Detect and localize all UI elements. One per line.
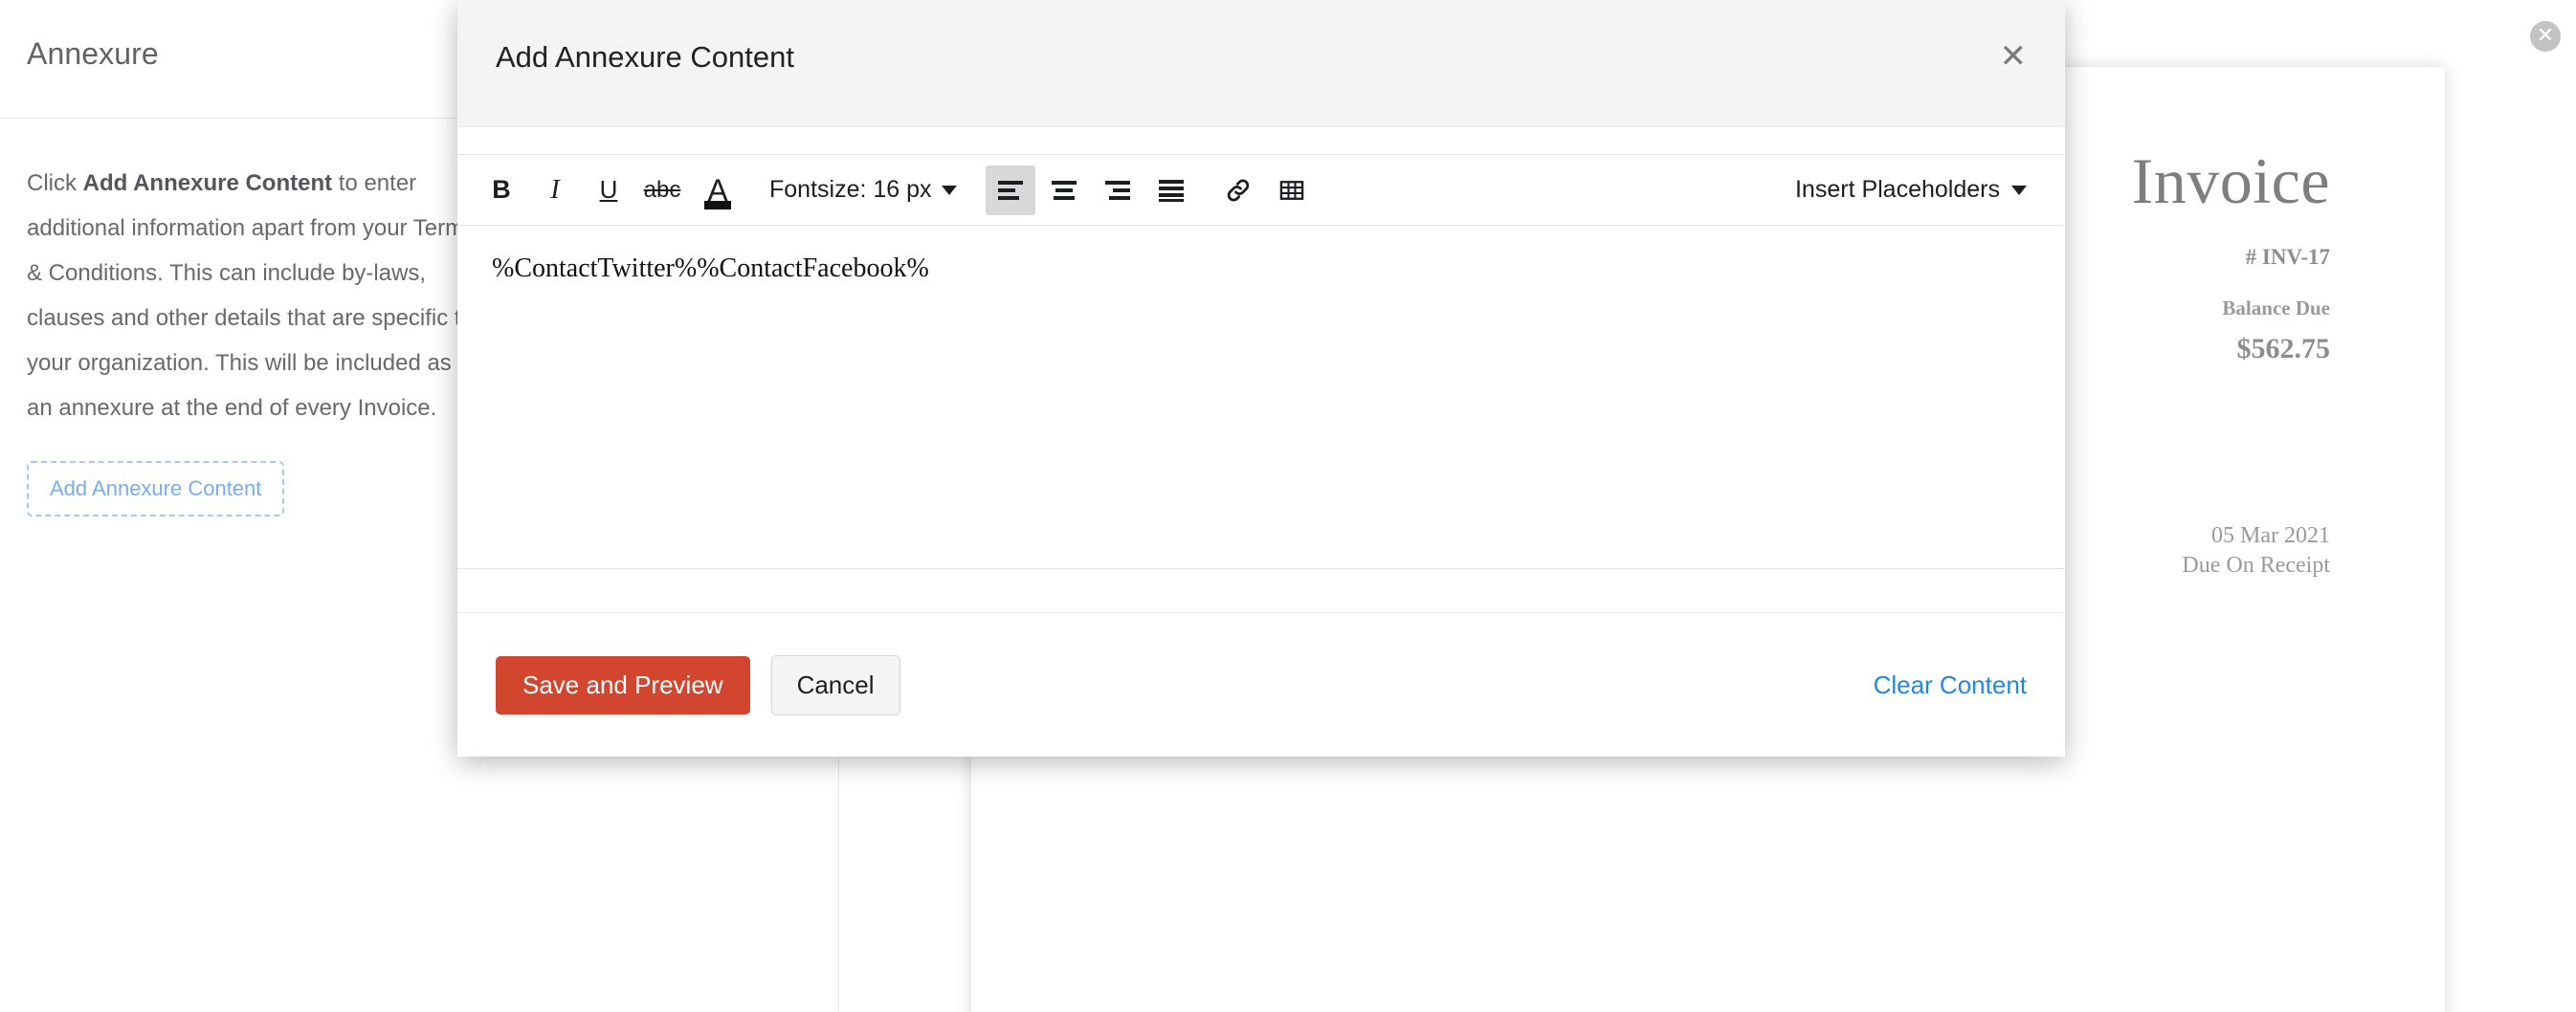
- cancel-button[interactable]: Cancel: [771, 655, 900, 715]
- underline-button[interactable]: U: [584, 165, 633, 215]
- editor-statusbar: [457, 569, 2065, 613]
- invoice-date-value: 05 Mar 2021: [2062, 523, 2330, 549]
- text-color-swatch: [704, 201, 731, 209]
- close-icon[interactable]: ✕: [2530, 21, 2561, 52]
- align-center-icon: [1050, 179, 1078, 202]
- annexure-panel-body: Click Add Annexure Content to enter addi…: [27, 161, 477, 517]
- align-left-icon: [996, 179, 1025, 202]
- align-right-icon: [1103, 179, 1132, 202]
- fontsize-label: Fontsize: 16 px: [769, 176, 932, 204]
- insert-link-button[interactable]: [1213, 165, 1263, 215]
- clear-content-link[interactable]: Clear Content: [1874, 671, 2027, 700]
- rich-text-editor: B I U abc A Fontsize: 16 px: [457, 154, 2065, 569]
- invoice-heading: Invoice: [2132, 143, 2330, 219]
- invoice-terms-value: Due On Receipt: [2062, 553, 2330, 579]
- annexure-description: Click Add Annexure Content to enter addi…: [27, 161, 477, 430]
- modal-header-spacer: [457, 127, 2065, 154]
- chevron-down-icon: [942, 186, 957, 195]
- insert-placeholders-label: Insert Placeholders: [1795, 176, 2000, 204]
- insert-placeholders-dropdown[interactable]: Insert Placeholders: [1795, 176, 2048, 204]
- link-icon: [1224, 176, 1253, 205]
- modal-title: Add Annexure Content: [496, 40, 794, 75]
- insert-table-button[interactable]: [1267, 165, 1317, 215]
- modal-footer: Save and Preview Cancel Clear Content: [457, 613, 2065, 757]
- chevron-down-icon: [2011, 186, 2027, 195]
- app-root: Annexure Click Add Annexure Content to e…: [0, 0, 2576, 1012]
- modal-header: Add Annexure Content ✕: [457, 0, 2065, 127]
- align-right-button[interactable]: [1093, 165, 1143, 215]
- add-annexure-content-button[interactable]: Add Annexure Content: [27, 461, 284, 517]
- italic-button[interactable]: I: [530, 165, 580, 215]
- annexure-desc-after: to enter additional information apart fr…: [27, 170, 476, 421]
- balance-due-value: $562.75: [2237, 333, 2331, 365]
- bold-button[interactable]: B: [477, 165, 526, 215]
- text-color-button[interactable]: A: [691, 165, 744, 215]
- page-title: Annexure: [27, 36, 159, 72]
- table-icon: [1278, 177, 1305, 204]
- align-justify-button[interactable]: [1146, 165, 1196, 215]
- close-icon[interactable]: ✕: [2000, 40, 2028, 73]
- editor-toolbar: B I U abc A Fontsize: 16 px: [457, 155, 2065, 226]
- align-center-button[interactable]: [1039, 165, 1089, 215]
- annexure-desc-bold: Add Annexure Content: [83, 170, 332, 196]
- invoice-number: # INV-17: [2246, 245, 2330, 270]
- align-left-button[interactable]: [986, 165, 1035, 215]
- fontsize-dropdown[interactable]: Fontsize: 16 px: [769, 176, 957, 204]
- strikethrough-button[interactable]: abc: [637, 165, 687, 215]
- annexure-desc-before: Click: [27, 170, 83, 196]
- annexure-content-editor[interactable]: %ContactTwitter%%ContactFacebook%: [457, 226, 2065, 569]
- balance-due-label: Balance Due: [2222, 297, 2330, 320]
- add-annexure-content-modal: Add Annexure Content ✕ B I U abc A Fonts…: [457, 0, 2065, 757]
- save-and-preview-button[interactable]: Save and Preview: [496, 656, 750, 715]
- align-justify-icon: [1157, 179, 1186, 202]
